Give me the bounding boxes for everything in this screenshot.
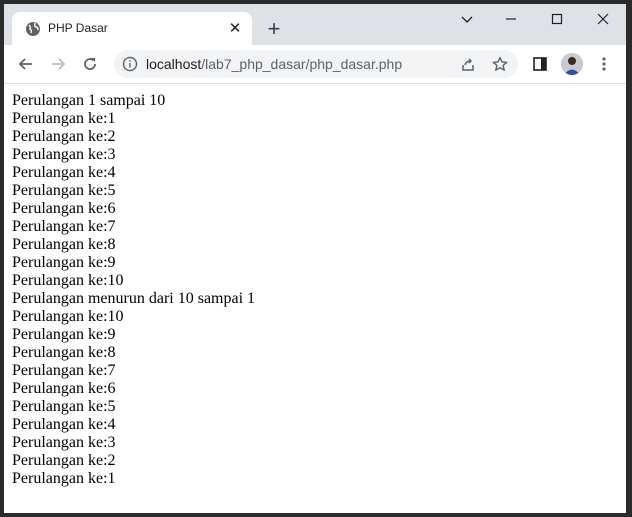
tab-strip: PHP Dasar ✕ + [4,4,626,45]
output-line: Perulangan ke:3 [12,434,116,451]
minimize-icon [506,18,516,20]
output-line: Perulangan ke:7 [12,218,116,235]
minimize-button[interactable] [488,4,534,34]
output-line: Perulangan ke:6 [12,380,116,397]
output-line: Perulangan ke:10 [12,272,124,289]
reload-icon [84,58,96,70]
maximize-button[interactable] [534,4,580,34]
new-tab-button[interactable]: + [262,17,286,41]
output-line: Perulangan ke:2 [12,452,116,469]
url-text[interactable]: localhost/lab7_php_dasar/php_dasar.php [146,56,402,72]
browser-window: PHP Dasar ✕ + localhost/lab7_php_dasar/p… [4,4,626,513]
menu-button[interactable] [592,52,616,76]
url-host: localhost [146,56,202,72]
page-content: Perulangan 1 sampai 10 Perulangan ke:1 P… [4,84,626,513]
reload-button[interactable] [78,52,102,76]
close-window-button[interactable] [580,4,626,34]
maximize-icon [551,13,563,25]
forward-button[interactable] [46,52,70,76]
share-button[interactable] [456,52,480,76]
output-line: Perulangan ke:5 [12,182,116,199]
back-button[interactable] [14,52,38,76]
output-lines: Perulangan 1 sampai 10 Perulangan ke:1 P… [12,92,255,488]
tab-php-dasar[interactable]: PHP Dasar ✕ [12,12,252,45]
chevron-down-icon [461,16,473,23]
toolbar: localhost/lab7_php_dasar/php_dasar.php [4,45,626,84]
back-arrow-icon [18,58,32,70]
output-line: Perulangan ke:8 [12,344,116,361]
output-line: Perulangan ke:10 [12,308,124,325]
avatar[interactable] [561,53,583,75]
output-line: Perulangan ke:5 [12,398,116,415]
output-line: Perulangan ke:9 [12,326,116,343]
forward-arrow-icon [52,58,66,70]
globe-icon [25,21,41,37]
close-icon[interactable]: ✕ [226,20,244,38]
output-line: Perulangan ke:4 [12,164,116,181]
bookmark-button[interactable] [488,52,512,76]
output-line: Perulangan ke:4 [12,416,116,433]
url-path: /lab7_php_dasar/php_dasar.php [201,56,403,72]
output-line: Perulangan ke:1 [12,110,116,127]
share-icon [462,58,474,71]
side-panel-icon [533,57,547,71]
output-line: Perulangan ke:8 [12,236,116,253]
side-panel-button[interactable] [528,52,552,76]
output-line: Perulangan ke:1 [12,470,116,487]
output-line: Perulangan ke:7 [12,362,116,379]
output-line: Perulangan ke:6 [12,200,116,217]
output-line: Perulangan ke:2 [12,128,116,145]
tab-title: PHP Dasar [48,21,108,35]
output-line: Perulangan ke:9 [12,254,116,271]
output-line: Perulangan menurun dari 10 sampai 1 [12,290,256,307]
plus-icon: + [267,16,281,41]
close-window-icon [597,13,609,25]
star-icon [492,56,508,71]
output-line: Perulangan ke:3 [12,146,116,163]
tab-search-button[interactable] [444,4,490,34]
output-line: Perulangan 1 sampai 10 [12,92,166,109]
info-icon[interactable] [122,56,138,72]
kebab-menu-icon [602,57,606,71]
